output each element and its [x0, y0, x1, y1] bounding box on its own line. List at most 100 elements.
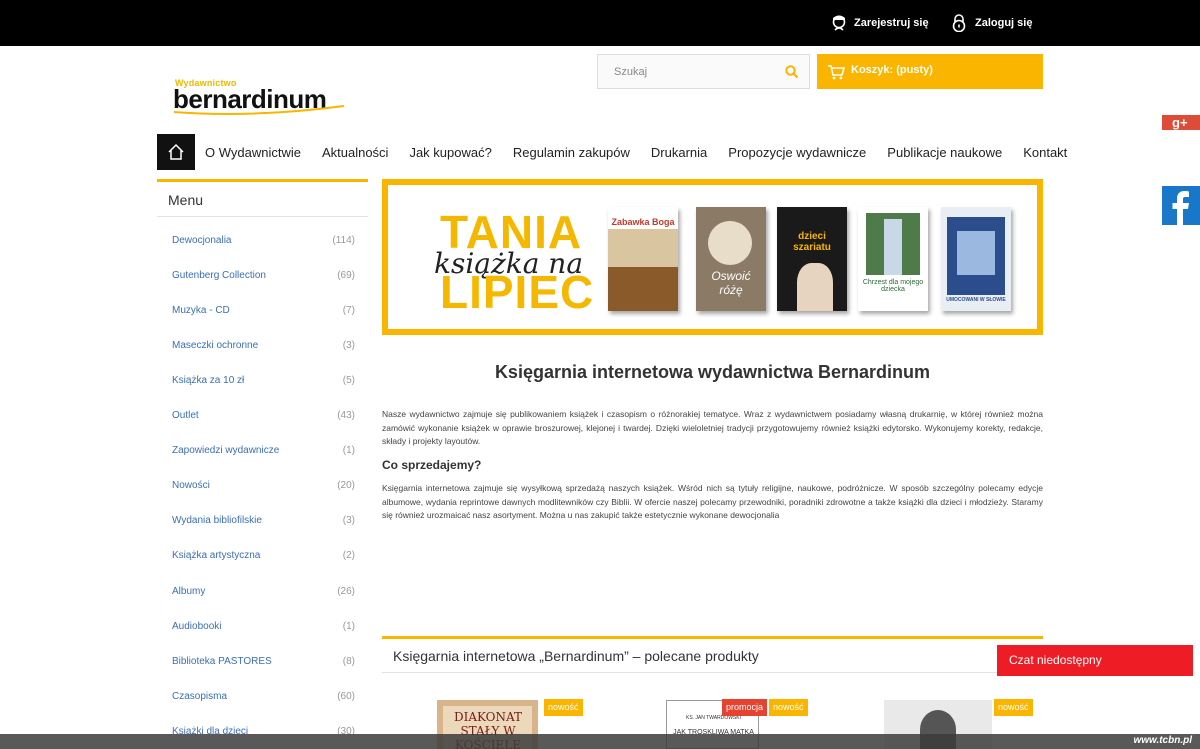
category-name: Albumy: [172, 586, 206, 597]
badge-new: nowość: [769, 699, 808, 716]
nav-item-regulamin[interactable]: Regulamin zakupów: [513, 145, 630, 160]
banner-line-3: LIPIEC: [440, 266, 595, 318]
chat-widget[interactable]: Czat niedostępny: [997, 645, 1193, 676]
cart-label: Koszyk: (pusty): [851, 63, 933, 76]
section-heading: Co sprzedajemy?: [382, 458, 482, 472]
banner-book-title: dzieci szariatu: [793, 231, 831, 253]
category-count: (2): [342, 550, 355, 561]
category-name: Czasopisma: [172, 691, 228, 702]
banner-book-title: Chrzest dla mojego dziecka: [862, 279, 924, 293]
recommended-title: Księgarnia internetowa „Bernardinum” – p…: [382, 636, 1043, 673]
category-count: (1): [342, 621, 355, 632]
main-navigation: O Wydawnictwie Aktualności Jak kupować? …: [157, 134, 1067, 170]
banner-book-title: UMOCOWANI W SŁOWIE: [946, 297, 1006, 303]
category-item[interactable]: Biblioteka PASTORES (8): [157, 652, 368, 672]
bottom-strip: [0, 734, 1200, 749]
category-item[interactable]: Maseczki ochronne (3): [157, 336, 368, 356]
category-item[interactable]: Gutenberg Collection (69): [157, 266, 368, 286]
category-name: Outlet: [172, 410, 199, 421]
category-item[interactable]: Muzyka - CD (7): [157, 301, 368, 321]
category-count: (7): [342, 305, 355, 316]
category-item[interactable]: Książka za 10 zł (5): [157, 371, 368, 391]
nav-item-propozycje[interactable]: Propozycje wydawnicze: [728, 145, 866, 160]
sidebar-menu: Menu: [157, 179, 368, 217]
nav-item-o-wydawnictwie[interactable]: O Wydawnictwie: [205, 145, 301, 160]
category-count: (114): [332, 235, 355, 246]
top-bar: Zarejestruj się Zaloguj się: [0, 0, 1200, 46]
badge-promo: promocja: [722, 699, 768, 716]
category-item[interactable]: Książki dla dzieci (30): [157, 722, 368, 734]
nav-item-aktualnosci[interactable]: Aktualności: [322, 145, 388, 160]
nav-item-kontakt[interactable]: Kontakt: [1023, 145, 1067, 160]
category-name: Wydania bibliofilskie: [172, 515, 262, 526]
promo-banner[interactable]: TANIA książka na LIPIEC Zabawka Boga Osw…: [382, 179, 1043, 335]
category-item[interactable]: Książka artystyczna (2): [157, 546, 368, 566]
banner-book-1: Zabawka Boga: [608, 207, 678, 311]
category-count: (5): [342, 375, 355, 386]
nav-item-jak-kupowac[interactable]: Jak kupować?: [409, 145, 491, 160]
category-name: Książki dla dzieci: [172, 726, 249, 734]
category-name: Audiobooki: [172, 621, 222, 632]
category-count: (30): [337, 726, 355, 734]
category-count: (60): [337, 691, 355, 702]
category-count: (69): [337, 270, 355, 281]
badge-new: nowość: [544, 699, 583, 716]
cart-button[interactable]: Koszyk: (pusty): [817, 54, 1043, 89]
facebook-icon[interactable]: [1162, 186, 1200, 225]
home-icon: [168, 143, 184, 160]
banner-book-title: Zabawka Boga: [611, 217, 675, 227]
cart-icon: [828, 64, 845, 79]
register-label: Zarejestruj się: [854, 17, 929, 29]
category-name: Gutenberg Collection: [172, 270, 266, 281]
category-count: (26): [337, 586, 355, 597]
category-name: Nowości: [172, 480, 210, 491]
banner-book-3: dzieci szariatu: [777, 207, 847, 311]
site-logo[interactable]: Wydawnictwo bernardinum: [172, 78, 352, 118]
category-item[interactable]: Outlet (43): [157, 406, 368, 426]
category-item[interactable]: Albumy (26): [157, 582, 368, 602]
category-item[interactable]: Zapowiedzi wydawnicze (1): [157, 441, 368, 461]
banner-book-4: Chrzest dla mojego dziecka: [858, 207, 928, 311]
intro-paragraph: Nasze wydawnictwo zajmuje się publikowan…: [382, 409, 1043, 446]
category-name: Zapowiedzi wydawnicze: [172, 445, 280, 456]
badge-new: nowość: [994, 699, 1033, 716]
category-count: (3): [342, 515, 355, 526]
category-count: (3): [342, 340, 355, 351]
category-name: Dewocjonalia: [172, 235, 232, 246]
category-name: Biblioteka PASTORES: [172, 656, 272, 667]
category-count: (20): [337, 480, 355, 491]
category-name: Książka za 10 zł: [172, 375, 245, 386]
sales-paragraph: Księgarnia internetowa zajmuje się wysył…: [382, 483, 1043, 520]
search-box: [597, 54, 810, 89]
nav-item-publikacje[interactable]: Publikacje naukowe: [887, 145, 1002, 160]
category-count: (43): [337, 410, 355, 421]
user-icon: [832, 15, 846, 31]
google-plus-icon[interactable]: g+: [1162, 115, 1200, 130]
lock-icon: [952, 14, 966, 32]
watermark: www.tcbn.pl: [1133, 735, 1192, 746]
category-item[interactable]: Dewocjonalia (114): [157, 231, 368, 251]
category-item[interactable]: Audiobooki (1): [157, 617, 368, 637]
category-name: Maseczki ochronne: [172, 340, 259, 351]
register-link[interactable]: Zarejestruj się: [832, 14, 929, 32]
login-label: Zaloguj się: [975, 17, 1033, 29]
category-count: (1): [342, 445, 355, 456]
login-link[interactable]: Zaloguj się: [951, 14, 1032, 32]
sidebar-title: Menu: [157, 179, 368, 217]
facebook-f-icon: [1172, 191, 1189, 225]
category-name: Książka artystyczna: [172, 550, 261, 561]
banner-book-title: Oswoić różę: [711, 269, 751, 297]
banner-book-5: UMOCOWANI W SŁOWIE: [941, 207, 1011, 311]
page-title: Księgarnia internetowa wydawnictwa Berna…: [494, 362, 931, 382]
home-button[interactable]: [157, 134, 195, 170]
category-item[interactable]: Czasopisma (60): [157, 687, 368, 707]
category-count: (8): [342, 656, 355, 667]
logo-swoosh-icon: [173, 105, 345, 115]
nav-item-drukarnia[interactable]: Drukarnia: [651, 145, 707, 160]
search-icon[interactable]: [785, 65, 799, 79]
search-input[interactable]: [614, 56, 784, 87]
category-item[interactable]: Nowości (20): [157, 476, 368, 496]
banner-book-2: Oswoić różę: [696, 207, 766, 311]
category-item[interactable]: Wydania bibliofilskie (3): [157, 511, 368, 531]
category-name: Muzyka - CD: [172, 305, 230, 316]
